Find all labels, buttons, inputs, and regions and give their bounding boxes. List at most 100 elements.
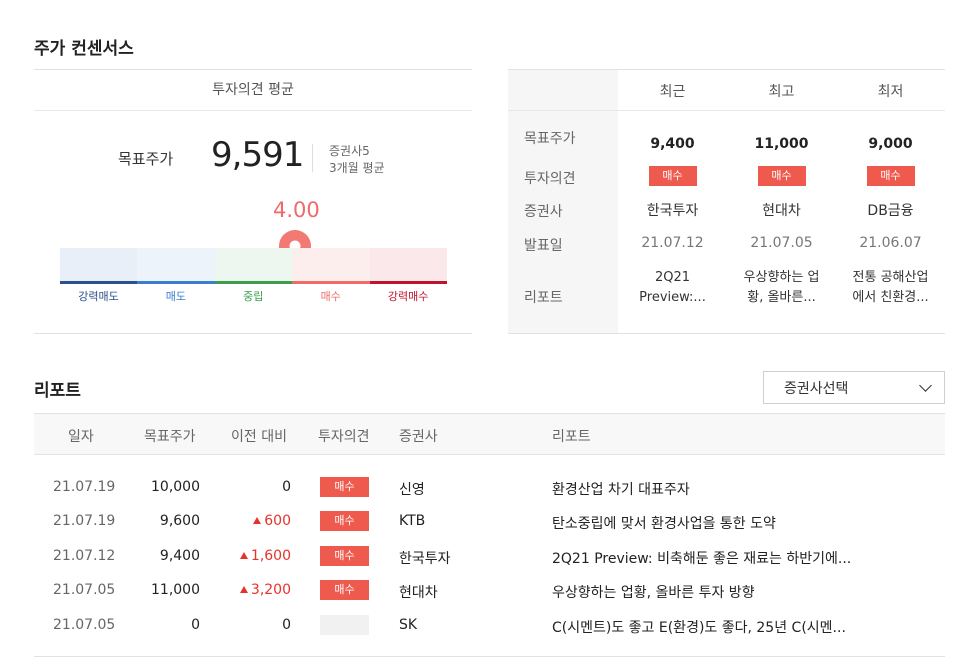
row-date: 21.07.19 (53, 513, 116, 529)
compare-opinion: 매수 (727, 166, 836, 186)
row-date: 21.07.05 (53, 582, 116, 598)
opinion-badge (320, 615, 369, 635)
opinion-band-line (137, 281, 215, 284)
opinion-band (137, 248, 215, 283)
row-opinion (320, 615, 369, 639)
row-report-title[interactable]: 우상향하는 업황, 올바른 투자 방향 (552, 582, 755, 602)
compare-report-link[interactable]: 전통 공해산업에서 친환경... (836, 268, 945, 308)
compare-header: 최고 (768, 84, 795, 100)
compare-header: 최근 (659, 84, 686, 100)
compare-row-label: 증권사 (524, 204, 563, 220)
table-row[interactable]: 21.07.19 10,000 0 매수 신영 환경산업 차기 대표주자 (34, 471, 945, 505)
row-broker: 한국투자 (399, 551, 451, 567)
opinion-band-label: 매도 (165, 290, 187, 303)
row-broker: 신영 (399, 482, 425, 498)
compare-row-label: 목표주가 (524, 131, 576, 147)
compare-target-price: 9,400 (650, 136, 695, 152)
opinion-badge: 매수 (320, 477, 369, 497)
row-change: 600 (253, 513, 291, 529)
compare-target-price: 11,000 (754, 136, 809, 152)
row-target-price: 11,000 (151, 582, 200, 598)
reports-title: 리포트 (34, 381, 81, 401)
compare-broker: DB금융 (867, 203, 914, 219)
opinion-badge: 매수 (648, 166, 697, 186)
row-change-value: 0 (282, 479, 291, 495)
divider (508, 110, 945, 111)
row-opinion: 매수 (320, 477, 369, 497)
opinion-band (214, 248, 293, 283)
col-report: 리포트 (552, 429, 591, 445)
report-table-header: 일자 목표주가 이전 대비 투자의견 증권사 리포트 (34, 413, 945, 455)
opinion-band-label: 중립 (243, 290, 264, 303)
row-target-price: 9,400 (159, 548, 200, 564)
compare-opinion: 매수 (618, 166, 727, 186)
chevron-down-icon (919, 379, 932, 392)
opinion-band-label: 강력매수 (387, 290, 429, 303)
row-change: 3,200 (239, 582, 291, 598)
report-title-line: 전통 공해산업 (852, 270, 929, 285)
compare-opinion: 매수 (836, 166, 945, 186)
col-date: 일자 (68, 429, 94, 445)
row-broker: KTB (399, 513, 426, 529)
table-row[interactable]: 21.07.12 9,400 1,600 매수 한국투자 2Q21 Preview: 비축… (34, 540, 945, 574)
up-triangle-icon (253, 517, 262, 524)
table-row[interactable]: 21.07.05 11,000 3,200 매수 현대차 우상향하는 업황, 올바른 투자… (34, 574, 945, 608)
brokers-count: 증권사5 (329, 144, 370, 158)
divider (34, 656, 945, 657)
row-report-title[interactable]: 탄소중립에 맞서 환경사업을 통한 도약 (552, 513, 776, 533)
compare-row-label: 발표일 (524, 238, 563, 254)
opinion-band (369, 248, 447, 283)
col-opinion: 투자의견 (318, 429, 370, 445)
row-report-title[interactable]: C(시멘트)도 좋고 E(환경)도 좋다, 25년 C(시멘... (552, 617, 846, 637)
compare-date: 21.06.07 (859, 235, 922, 251)
opinion-band (60, 248, 138, 283)
report-title-line: 2Q21 (654, 270, 691, 285)
table-row[interactable]: 21.07.05 0 0 SK C(시멘트)도 좋고 E(환경)도 좋다, 25년 C(… (34, 609, 945, 643)
target-price-label: 목표주가 (118, 150, 174, 168)
opinion-badge: 매수 (320, 511, 369, 531)
row-target-price: 9,600 (159, 513, 200, 529)
broker-select-label: 증권사선택 (784, 381, 849, 397)
compare-date: 21.07.12 (641, 235, 704, 251)
row-target-price: 0 (191, 617, 200, 633)
row-report-title[interactable]: 2Q21 Preview: 비축해둔 좋은 재료는 하반기에... (552, 548, 851, 568)
row-broker: SK (399, 617, 418, 633)
compare-row-label: 투자의견 (524, 171, 576, 187)
compare-report-link[interactable]: 우상향하는 업황, 올바른... (727, 268, 836, 308)
average-period: 3개월 평균 (329, 161, 385, 175)
compare-broker: 현대차 (762, 203, 801, 219)
row-date: 21.07.05 (53, 617, 116, 633)
opinion-badge: 매수 (866, 166, 915, 186)
row-broker: 현대차 (399, 585, 438, 601)
target-price-value: 9,591 (211, 135, 304, 175)
opinion-band-label: 강력매도 (78, 290, 119, 303)
opinion-badge: 매수 (320, 580, 369, 600)
compare-report-link[interactable]: 2Q21 Preview:... (618, 268, 727, 308)
col-broker: 증권사 (399, 429, 438, 445)
row-change-value: 1,600 (250, 548, 291, 564)
report-title-line: 황, 올바른... (747, 290, 816, 305)
opinion-band-line (369, 281, 447, 284)
opinion-band-line (214, 281, 293, 284)
opinion-badge: 매수 (757, 166, 806, 186)
col-change: 이전 대비 (231, 429, 287, 445)
up-triangle-icon (239, 552, 248, 559)
opinion-band-line (60, 281, 138, 284)
report-title-line: 우상향하는 업 (743, 270, 820, 285)
row-target-price: 10,000 (151, 479, 200, 495)
broker-select[interactable]: 증권사선택 (763, 371, 945, 404)
report-title-line: 에서 친환경... (852, 290, 929, 305)
compare-target-price: 9,000 (868, 136, 913, 152)
compare-header: 최저 (877, 84, 904, 100)
consensus-title: 주가 컨센서스 (34, 39, 134, 59)
row-date: 21.07.19 (53, 479, 116, 495)
row-report-title[interactable]: 환경산업 차기 대표주자 (552, 479, 690, 499)
report-title-line: Preview:... (639, 290, 706, 305)
compare-date: 21.07.05 (750, 235, 813, 251)
table-row[interactable]: 21.07.19 9,600 600 매수 KTB 탄소중립에 맞서 환경사업을 통한 도… (34, 505, 945, 539)
row-change-value: 600 (264, 513, 291, 529)
opinion-band-label: 매수 (320, 290, 341, 303)
compare-row-label: 리포트 (524, 290, 563, 306)
row-change: 1,600 (239, 548, 291, 564)
row-date: 21.07.12 (53, 548, 116, 564)
